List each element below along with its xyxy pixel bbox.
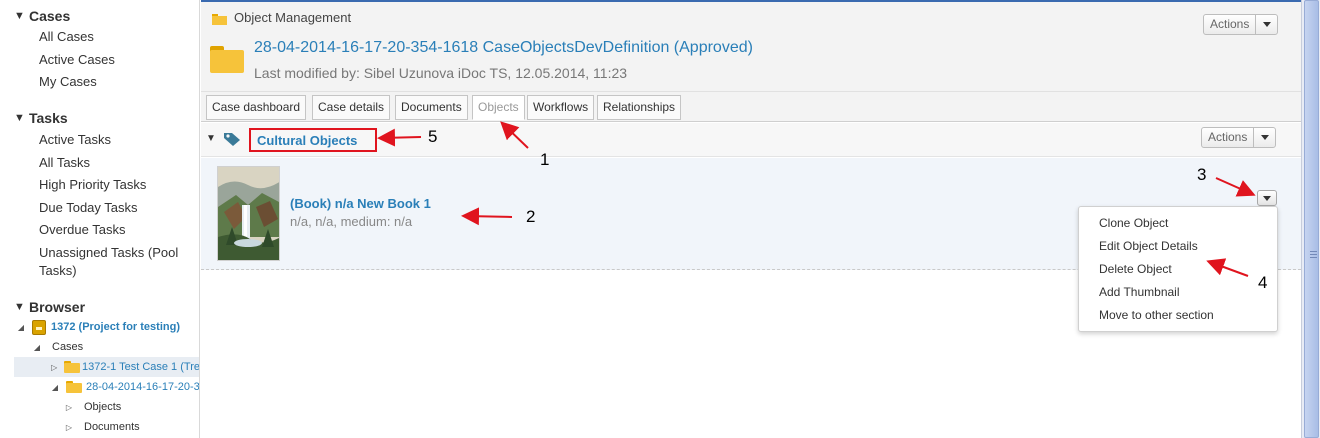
tree-item-objects-label[interactable]: Objects: [84, 401, 121, 413]
grip-line: [1310, 257, 1317, 258]
tree-item-case-1[interactable]: ▷ 1372-1 Test Case 1 (Tre: [14, 357, 199, 377]
tree-item-case-2-label[interactable]: 28-04-2014-16-17-20-3: [86, 381, 199, 393]
vertical-scrollbar[interactable]: [1301, 0, 1320, 438]
section-title[interactable]: Cultural Objects: [249, 128, 377, 152]
sidebar-item-all-tasks[interactable]: All Tasks: [39, 154, 90, 172]
sidebar-item-active-cases[interactable]: Active Cases: [39, 51, 115, 69]
browser-section-title: Browser: [29, 299, 86, 315]
grip-line: [1310, 251, 1317, 252]
collapse-triangle-icon: ▼: [14, 301, 25, 313]
annotation-label-4: 4: [1258, 273, 1268, 292]
page-title[interactable]: 28-04-2014-16-17-20-354-1618 CaseObjects…: [254, 39, 753, 57]
waterfall-image: [218, 167, 279, 260]
sidebar-item-all-cases[interactable]: All Cases: [39, 28, 94, 46]
tab-case-details[interactable]: Case details: [312, 95, 391, 120]
annotation-label-3: 3: [1197, 165, 1207, 184]
chevron-down-icon[interactable]: [1253, 128, 1275, 147]
sidebar-item-high-priority-tasks[interactable]: High Priority Tasks: [39, 176, 146, 194]
annotation-label-2: 2: [526, 207, 536, 226]
main-panel: Object Management 28-04-2014-16-17-20-35…: [201, 0, 1301, 438]
collapsed-triangle-icon[interactable]: ▷: [64, 423, 74, 432]
section-header: ▼ Cultural Objects Actions: [201, 123, 1301, 157]
scrollbar-thumb[interactable]: [1304, 0, 1319, 438]
tab-documents[interactable]: Documents: [395, 95, 468, 120]
folder-icon: [210, 46, 244, 73]
sidebar-item-active-tasks[interactable]: Active Tasks: [39, 131, 111, 149]
sidebar-item-overdue-tasks[interactable]: Overdue Tasks: [39, 221, 125, 239]
tree-item-documents-label[interactable]: Documents: [84, 421, 140, 433]
object-actions-menu: Clone Object Edit Object Details Delete …: [1078, 206, 1278, 332]
menu-item-add-thumbnail[interactable]: Add Thumbnail: [1079, 282, 1277, 305]
chevron-down-icon[interactable]: [1255, 15, 1277, 34]
sidebar-item-unassigned-tasks[interactable]: Unassigned Tasks (Pool Tasks): [39, 244, 189, 280]
tasks-section-header[interactable]: ▼ Tasks: [14, 110, 68, 126]
collapse-triangle-icon: ▼: [14, 10, 25, 22]
sidebar: ▼ Cases All Cases Active Cases My Cases …: [0, 0, 200, 438]
tree-item-cases-label[interactable]: Cases: [52, 341, 83, 353]
header-actions-button[interactable]: Actions: [1203, 14, 1279, 35]
grip-line: [1310, 254, 1317, 255]
expanded-triangle-icon[interactable]: ◢: [50, 383, 60, 392]
folder-icon: [212, 14, 227, 25]
object-title-link[interactable]: (Book) n/a New Book 1: [290, 196, 431, 211]
tree-item-project-label[interactable]: 1372 (Project for testing): [51, 321, 180, 333]
annotation-label-5: 5: [428, 127, 438, 146]
section-actions-button[interactable]: Actions: [1201, 127, 1277, 148]
menu-item-clone-object[interactable]: Clone Object: [1079, 213, 1277, 236]
collapse-triangle-icon[interactable]: ▼: [206, 133, 216, 144]
tab-bar: Case dashboard Case details Documents Ob…: [201, 92, 1301, 122]
collapsed-triangle-icon[interactable]: ▷: [50, 363, 58, 372]
page-header: Object Management 28-04-2014-16-17-20-35…: [201, 2, 1301, 92]
menu-item-delete-object[interactable]: Delete Object: [1079, 259, 1277, 282]
sidebar-item-due-today-tasks[interactable]: Due Today Tasks: [39, 199, 138, 217]
tree-item-documents[interactable]: ▷ Documents: [64, 417, 140, 437]
tag-icon: [224, 133, 240, 146]
app-window: ▼ Cases All Cases Active Cases My Cases …: [0, 0, 1320, 438]
tree-item-cases[interactable]: ◢ Cases: [32, 337, 83, 357]
tab-objects[interactable]: Objects: [472, 95, 525, 120]
tab-case-dashboard[interactable]: Case dashboard: [206, 95, 307, 120]
tree-item-case-2[interactable]: ◢ 28-04-2014-16-17-20-3: [50, 377, 199, 397]
tree-item-case-1-label[interactable]: 1372-1 Test Case 1 (Tre: [82, 361, 199, 373]
browser-section-header[interactable]: ▼ Browser: [14, 299, 85, 315]
section-actions-label[interactable]: Actions: [1202, 128, 1253, 147]
tree-item-objects[interactable]: ▷ Objects: [64, 397, 121, 417]
expanded-triangle-icon[interactable]: ◢: [32, 343, 42, 352]
tasks-section-title: Tasks: [29, 110, 68, 126]
menu-item-edit-object-details[interactable]: Edit Object Details: [1079, 236, 1277, 259]
cases-section-header[interactable]: ▼ Cases: [14, 8, 70, 24]
header-actions-label[interactable]: Actions: [1204, 15, 1255, 34]
last-modified-text: Last modified by: Sibel Uzunova iDoc TS,…: [254, 65, 628, 81]
collapsed-triangle-icon[interactable]: ▷: [64, 403, 74, 412]
object-meta-text: n/a, n/a, medium: n/a: [290, 214, 413, 229]
cases-section-title: Cases: [29, 8, 71, 24]
tab-workflows[interactable]: Workflows: [527, 95, 595, 120]
annotation-label-1: 1: [540, 150, 550, 169]
menu-item-move-to-other-section[interactable]: Move to other section: [1079, 305, 1277, 328]
folder-icon: [66, 381, 82, 393]
object-thumbnail[interactable]: [217, 166, 280, 261]
expanded-triangle-icon[interactable]: ◢: [16, 323, 26, 332]
sidebar-item-my-cases[interactable]: My Cases: [39, 73, 97, 91]
collapse-triangle-icon: ▼: [14, 112, 25, 124]
tree-item-project[interactable]: ◢ 1372 (Project for testing): [16, 317, 199, 337]
project-icon: [32, 319, 46, 335]
folder-icon: [64, 361, 80, 373]
module-title: Object Management: [234, 10, 352, 25]
object-actions-dropdown-button[interactable]: [1257, 190, 1277, 206]
chevron-down-icon[interactable]: [1263, 195, 1271, 201]
tab-relationships[interactable]: Relationships: [597, 95, 682, 120]
